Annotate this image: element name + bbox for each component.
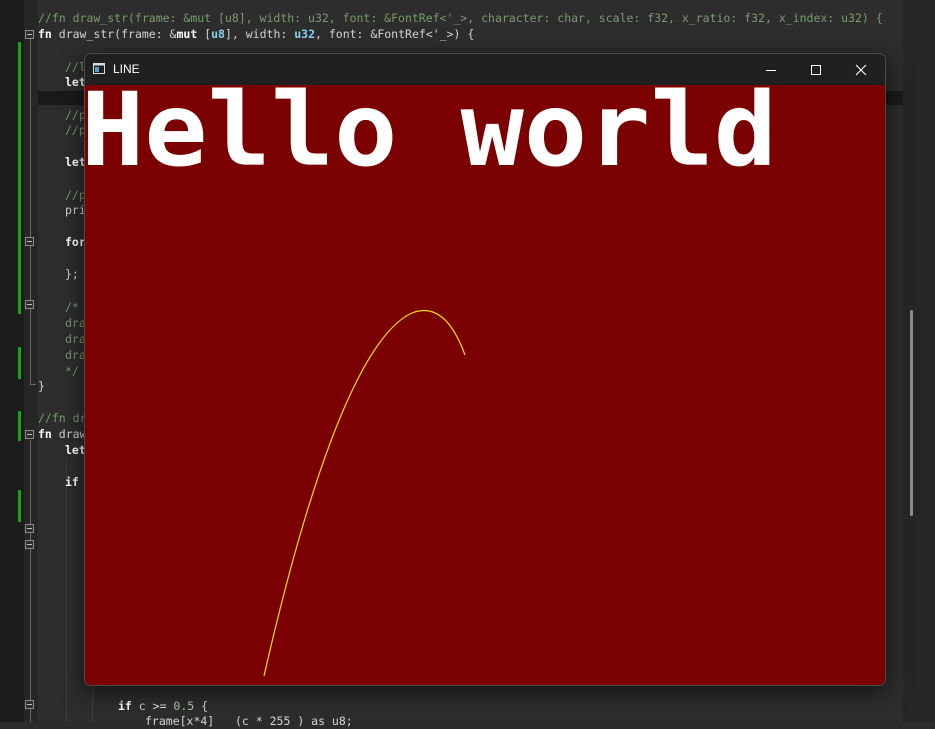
change-marker: [18, 490, 21, 522]
keyword: mut: [176, 27, 198, 41]
fold-toggle[interactable]: [25, 524, 34, 533]
fold-toggle[interactable]: [25, 300, 34, 309]
code-line[interactable]: }: [38, 379, 45, 394]
code-line[interactable]: //fn dr: [38, 411, 86, 426]
fold-toggle[interactable]: [25, 700, 34, 709]
fold-toggle[interactable]: [25, 237, 34, 246]
keyword: fn: [38, 427, 52, 441]
hello-world-text: Hello world: [85, 85, 777, 190]
minimize-icon: [766, 69, 776, 71]
fold-toggle[interactable]: [25, 430, 34, 439]
code-token: {: [194, 699, 209, 713]
maximize-button[interactable]: [793, 54, 839, 85]
code-line[interactable]: for: [65, 235, 86, 250]
editor-fold-gutter[interactable]: [24, 0, 38, 722]
code-line[interactable]: let: [65, 75, 86, 90]
code-line[interactable]: fn draw: [38, 427, 86, 442]
type-token: u32: [294, 27, 316, 41]
code-token: draw_str(frame: &: [51, 27, 177, 41]
code-line[interactable]: dra: [65, 348, 86, 363]
minimize-button[interactable]: [748, 54, 794, 85]
code-line[interactable]: //p: [65, 123, 86, 138]
change-marker: [18, 347, 21, 379]
code-line[interactable]: dra: [65, 332, 86, 347]
code-line[interactable]: let: [65, 155, 86, 170]
code-line[interactable]: //p: [65, 108, 86, 123]
render-canvas[interactable]: Hello world: [85, 85, 885, 685]
operator-token: >=: [152, 699, 167, 713]
code-line[interactable]: //l: [65, 60, 86, 75]
number-token: 0.5: [166, 699, 195, 713]
code-line[interactable]: if: [65, 475, 79, 490]
fold-toggle[interactable]: [25, 30, 34, 39]
fold-toggle[interactable]: [25, 540, 34, 549]
code-line[interactable]: //p: [65, 188, 86, 203]
maximize-icon: [811, 64, 821, 75]
close-button[interactable]: [838, 54, 884, 85]
window-titlebar[interactable]: LINE: [85, 54, 885, 85]
fold-guide: [30, 440, 31, 722]
fold-guide: [30, 39, 31, 384]
keyword: fn: [38, 27, 52, 41]
code-token: ], width:: [224, 27, 295, 41]
code-line[interactable]: };: [65, 267, 79, 282]
code-token: draw: [51, 427, 87, 441]
vertical-scrollbar-thumb[interactable]: [910, 310, 913, 516]
window-title: LINE: [113, 62, 140, 76]
code-line[interactable]: fn draw_str(frame: &mut [u8], width: u32…: [38, 27, 474, 42]
code-token: c: [131, 699, 153, 713]
drawn-curve: [263, 309, 466, 677]
code-line[interactable]: pri: [65, 203, 86, 218]
code-token: [: [197, 27, 212, 41]
code-line[interactable]: /*: [65, 300, 79, 315]
fold-end: [30, 384, 36, 385]
change-marker: [18, 411, 21, 441]
editor-side-panel: [903, 0, 935, 722]
code-line[interactable]: let: [65, 443, 86, 458]
line-window[interactable]: LINE Hello world: [84, 53, 886, 686]
code-token: , font: &FontRef<'_>) {: [315, 27, 475, 41]
keyword: if: [118, 699, 132, 713]
type-token: u8: [211, 27, 225, 41]
canvas-drawing: Hello world: [85, 85, 777, 677]
window-app-icon: [93, 63, 105, 74]
code-line[interactable]: //fn draw_str(frame: &mut [u8], width: u…: [38, 11, 883, 26]
code-line[interactable]: */: [65, 364, 79, 379]
change-marker: [18, 42, 21, 314]
close-icon: [855, 64, 867, 75]
code-line[interactable]: dra: [65, 316, 86, 331]
indent-guide: [66, 460, 67, 722]
code-line[interactable]: if c >= 0.5 {: [118, 699, 208, 714]
